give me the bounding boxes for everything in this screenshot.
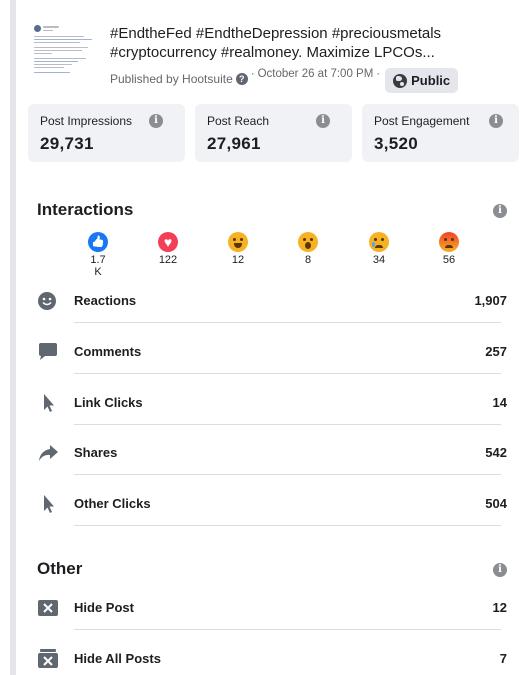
post-date[interactable]: October 26 at 7:00 PM bbox=[258, 68, 374, 80]
metric-other-clicks: Other Clicks 504 bbox=[37, 492, 507, 516]
info-icon[interactable]: i bbox=[149, 114, 163, 128]
sad-icon bbox=[369, 232, 389, 252]
post-header: #EndtheFed #EndtheDepression #preciousme… bbox=[28, 20, 508, 96]
divider bbox=[74, 474, 501, 475]
metric-label: Other Clicks bbox=[74, 496, 151, 511]
love-icon bbox=[158, 232, 178, 252]
reaction-breakdown: 1.7 K 122 12 8 34 56 bbox=[80, 232, 500, 282]
published-by: Published by Hootsuite bbox=[110, 71, 233, 86]
left-rail bbox=[10, 0, 16, 675]
stat-value: 27,961 bbox=[207, 134, 261, 153]
metric-link-clicks: Link Clicks 14 bbox=[37, 391, 507, 415]
cursor-icon bbox=[44, 495, 54, 513]
metric-label: Hide Post bbox=[74, 600, 134, 615]
stat-label: Post Engagement bbox=[374, 114, 470, 128]
metric-hide-all-posts: Hide All Posts 7 bbox=[37, 647, 507, 671]
metric-hide-post: Hide Post 12 bbox=[37, 596, 507, 620]
reaction-like[interactable]: 1.7 K bbox=[80, 232, 116, 278]
reaction-haha[interactable]: 12 bbox=[220, 232, 256, 266]
post-stats: Post Impressions 29,731 i Post Reach 27,… bbox=[28, 104, 520, 162]
stat-impressions: Post Impressions 29,731 i bbox=[28, 104, 185, 162]
metric-value: 14 bbox=[492, 395, 507, 410]
reaction-count: 1.7 K bbox=[90, 254, 106, 278]
reaction-count: 122 bbox=[158, 254, 178, 266]
hide-x-icon bbox=[38, 600, 58, 616]
metric-shares: Shares 542 bbox=[37, 441, 507, 465]
metric-label: Comments bbox=[74, 344, 142, 359]
metric-value: 542 bbox=[485, 445, 507, 460]
other-title: Other bbox=[37, 559, 83, 578]
stat-engagement: Post Engagement 3,520 i bbox=[362, 104, 519, 162]
comment-icon bbox=[39, 343, 57, 360]
visibility-button[interactable]: Public bbox=[385, 68, 459, 93]
reaction-count: 12 bbox=[231, 254, 245, 266]
separator-dot: · bbox=[250, 67, 255, 80]
divider bbox=[74, 525, 501, 526]
smiley-icon bbox=[38, 292, 56, 310]
visibility-label: Public bbox=[411, 73, 451, 88]
post-thumbnail[interactable] bbox=[32, 24, 96, 82]
stat-value: 29,731 bbox=[40, 134, 94, 153]
stat-reach: Post Reach 27,961 i bbox=[195, 104, 352, 162]
reaction-love[interactable]: 122 bbox=[150, 232, 186, 266]
metric-value: 1,907 bbox=[474, 293, 507, 308]
info-icon[interactable]: i bbox=[493, 204, 507, 218]
reaction-wow[interactable]: 8 bbox=[290, 232, 326, 266]
reaction-count: 56 bbox=[442, 254, 456, 266]
info-icon[interactable]: i bbox=[316, 114, 330, 128]
cursor-icon bbox=[44, 394, 54, 412]
metric-label: Link Clicks bbox=[74, 395, 143, 410]
globe-icon bbox=[393, 73, 408, 88]
post-meta: Published by Hootsuite ? · October 26 at… bbox=[110, 66, 459, 93]
reaction-count: 8 bbox=[304, 254, 312, 266]
separator-dot: · bbox=[376, 67, 381, 80]
interactions-title: Interactions bbox=[37, 200, 134, 219]
divider bbox=[74, 322, 501, 323]
metric-value: 257 bbox=[485, 344, 507, 359]
metric-comments: Comments 257 bbox=[37, 340, 507, 364]
metric-label: Hide All Posts bbox=[74, 651, 161, 666]
info-icon[interactable]: i bbox=[493, 563, 507, 577]
haha-icon bbox=[228, 232, 248, 252]
metric-value: 7 bbox=[499, 651, 507, 666]
divider bbox=[74, 373, 501, 374]
metric-value: 12 bbox=[492, 600, 507, 615]
stat-value: 3,520 bbox=[374, 134, 419, 153]
reaction-angry[interactable]: 56 bbox=[431, 232, 467, 266]
reaction-count: 34 bbox=[372, 254, 386, 266]
help-icon[interactable]: ? bbox=[235, 72, 248, 85]
wow-icon bbox=[298, 232, 318, 252]
share-arrow-icon bbox=[39, 445, 58, 461]
hide-all-icon bbox=[38, 649, 58, 668]
info-icon[interactable]: i bbox=[489, 114, 503, 128]
metric-reactions: Reactions 1,907 bbox=[37, 289, 507, 313]
metric-label: Reactions bbox=[74, 293, 137, 308]
divider bbox=[74, 629, 501, 630]
metric-value: 504 bbox=[485, 496, 507, 511]
reaction-sad[interactable]: 34 bbox=[361, 232, 397, 266]
divider bbox=[74, 424, 501, 425]
like-icon bbox=[88, 232, 108, 252]
metric-label: Shares bbox=[74, 445, 118, 460]
post-text[interactable]: #EndtheFed #EndtheDepression #preciousme… bbox=[110, 24, 510, 62]
angry-icon bbox=[439, 232, 459, 252]
